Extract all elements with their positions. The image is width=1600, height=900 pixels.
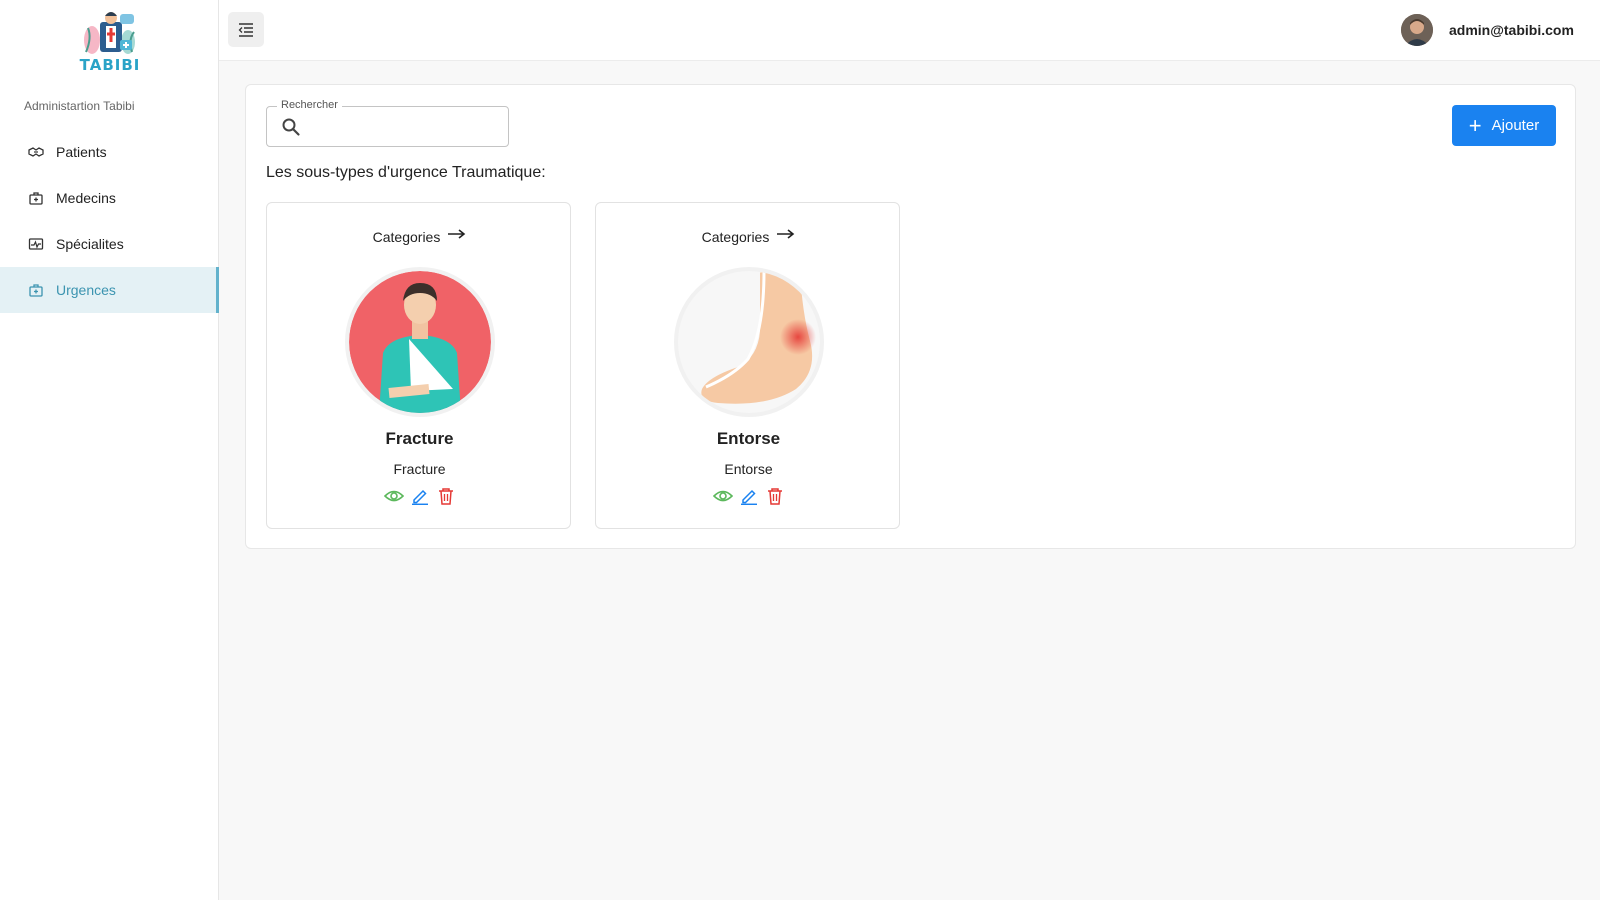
sidebar: TABIBI Administartion Tabibi Patients Me… (0, 0, 219, 900)
top-header: admin@tabibi.com (219, 0, 1600, 61)
card-title: Fracture (385, 429, 454, 448)
avatar[interactable] (1401, 14, 1433, 46)
sidebar-item-specialites[interactable]: Spécialites (0, 221, 219, 267)
sidebar-item-label: Medecins (56, 190, 116, 206)
card-actions (596, 486, 901, 506)
search-icon (281, 117, 301, 137)
sidebar-item-label: Urgences (56, 282, 116, 298)
menu-toggle-button[interactable] (228, 12, 264, 47)
sidebar-item-urgences[interactable]: Urgences (0, 267, 219, 313)
ankle-sprain-illustration (674, 267, 824, 417)
categories-link[interactable]: Categories (596, 229, 901, 245)
view-icon[interactable] (712, 486, 733, 506)
fracture-illustration (345, 267, 495, 417)
arrow-right-icon (448, 226, 466, 242)
search-legend: Rechercher (277, 99, 342, 111)
add-button-label: Ajouter (1491, 117, 1540, 134)
edit-icon[interactable] (410, 486, 430, 506)
card-subtitle: Entorse (724, 461, 773, 477)
sidebar-item-patients[interactable]: Patients (0, 129, 219, 175)
arrow-right-icon (777, 226, 795, 242)
menu-collapse-icon (238, 22, 253, 37)
subtype-card-fracture: Categories Fracture Fracture (266, 202, 571, 529)
sidebar-nav: Patients Medecins Spécialites Urgences (0, 129, 219, 313)
first-aid-icon (28, 282, 44, 298)
delete-icon[interactable] (436, 486, 456, 506)
plus-icon: + (1468, 112, 1482, 138)
subtype-card-entorse: Categories Entorse Entorse (595, 202, 900, 529)
card-actions (267, 486, 572, 506)
add-button[interactable]: + Ajouter (1452, 105, 1556, 146)
sidebar-item-label: Spécialites (56, 236, 124, 252)
handshake-icon (28, 144, 44, 160)
categories-link-label: Categories (701, 229, 770, 245)
tabibi-logo[interactable]: TABIBI (72, 8, 148, 74)
edit-icon[interactable] (739, 486, 759, 506)
delete-icon[interactable] (765, 486, 785, 506)
brand-name: TABIBI (79, 56, 141, 74)
view-icon[interactable] (383, 486, 404, 506)
pulse-chart-icon (28, 236, 44, 252)
main-panel: Rechercher + Ajouter Les sous-types d'ur… (245, 84, 1576, 549)
sidebar-item-medecins[interactable]: Medecins (0, 175, 219, 221)
categories-link[interactable]: Categories (267, 229, 572, 245)
search-field[interactable]: Rechercher (266, 99, 509, 147)
user-avatar-icon (1401, 14, 1433, 46)
sidebar-caption: Administartion Tabibi (24, 99, 135, 113)
section-title: Les sous-types d'urgence Traumatique: (266, 164, 546, 181)
sidebar-item-label: Patients (56, 144, 107, 160)
medical-kit-icon (28, 190, 44, 206)
categories-link-label: Categories (372, 229, 441, 245)
card-subtitle: Fracture (393, 461, 446, 477)
user-email[interactable]: admin@tabibi.com (1449, 22, 1574, 38)
search-input[interactable] (311, 115, 501, 139)
doctor-logo-icon (84, 12, 135, 54)
card-title: Entorse (716, 429, 781, 448)
